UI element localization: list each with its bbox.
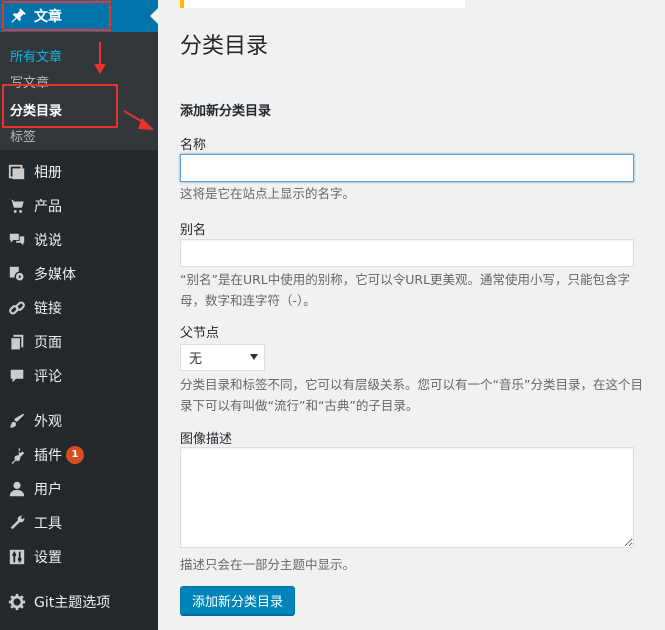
comment-icon xyxy=(7,366,27,386)
menu-item-comments[interactable]: 评论 xyxy=(0,359,158,393)
menu-item-label: 插件 xyxy=(34,448,62,464)
menu-item-products[interactable]: 产品 xyxy=(0,189,158,223)
menu-item-label: 页面 xyxy=(34,335,62,351)
page-title: 分类目录 xyxy=(180,34,269,59)
menu-item-label: 说说 xyxy=(34,233,62,249)
slug-label: 别名 xyxy=(180,223,207,238)
category-name-input[interactable] xyxy=(180,154,634,182)
chat-icon xyxy=(7,230,27,250)
link-icon xyxy=(7,298,27,318)
menu-item-links[interactable]: 链接 xyxy=(0,291,158,325)
pages-icon xyxy=(7,332,27,352)
user-icon xyxy=(7,479,27,499)
menu-item-appearance[interactable]: 外观 xyxy=(0,404,158,438)
current-page-pointer xyxy=(150,8,158,24)
main-content: 分类目录 添加新分类目录 名称 这将是它在站点上显示的名字。 别名 “别名”是在… xyxy=(158,0,665,630)
update-count-badge: 1 xyxy=(66,446,84,464)
menu-item-gallery[interactable]: 相册 xyxy=(0,155,158,189)
description-label: 图像描述 xyxy=(180,432,233,447)
wrench-icon xyxy=(7,513,27,533)
menu-item-talk[interactable]: 说说 xyxy=(0,223,158,257)
menu-item-media[interactable]: 多媒体 xyxy=(0,257,158,291)
menu-item-plugins[interactable]: 插件 1 xyxy=(0,438,158,472)
menu-item-label: 链接 xyxy=(34,301,62,317)
menu-item-label: 外观 xyxy=(34,414,62,430)
submenu-item-tags[interactable]: 标签 xyxy=(10,126,36,145)
menu-item-label: 工具 xyxy=(34,516,62,532)
parent-help-text: 分类目录和标签不同，它可以有层级关系。您可以有一个“音乐”分类目录，在这个目录下… xyxy=(180,377,643,413)
menu-item-users[interactable]: 用户 xyxy=(0,472,158,506)
add-category-heading: 添加新分类目录 xyxy=(180,104,272,119)
menu-item-label: 相册 xyxy=(34,165,62,181)
settings-icon xyxy=(7,547,27,567)
name-label: 名称 xyxy=(180,138,207,153)
brush-icon xyxy=(7,411,27,431)
menu-item-pages[interactable]: 页面 xyxy=(0,325,158,359)
menu-item-tools[interactable]: 工具 xyxy=(0,506,158,540)
slug-help-text: “别名”是在URL中使用的别称，它可以令URL更美观。通常使用小写，只能包含字母… xyxy=(180,272,631,308)
annotation-box-categories xyxy=(2,84,118,128)
name-help-text: 这将是它在站点上显示的名字。 xyxy=(180,186,356,201)
category-description-textarea[interactable] xyxy=(180,447,634,548)
menu-item-label: Git主题选项 xyxy=(34,595,111,611)
parent-category-select[interactable]: 无 xyxy=(180,344,265,371)
menu-item-label: 产品 xyxy=(34,199,62,215)
menu-item-label: 多媒体 xyxy=(34,267,76,283)
menu-item-label: 评论 xyxy=(34,369,62,385)
admin-notice xyxy=(180,0,465,8)
menu-item-label: 用户 xyxy=(34,482,62,498)
menu-item-label: 设置 xyxy=(34,550,62,566)
plugin-icon xyxy=(7,445,27,465)
add-category-button[interactable]: 添加新分类目录 xyxy=(180,586,296,615)
parent-label: 父节点 xyxy=(180,326,220,341)
submenu-item-all-posts[interactable]: 所有文章 xyxy=(10,46,62,65)
description-help-text: 描述只会在一部分主题中显示。 xyxy=(180,557,356,572)
menu-item-settings[interactable]: 设置 xyxy=(0,540,158,574)
annotation-box-posts xyxy=(2,1,111,31)
gallery-icon xyxy=(7,162,27,182)
category-slug-input[interactable] xyxy=(180,239,634,267)
parent-selected-value: 无 xyxy=(189,352,203,367)
gear-icon xyxy=(7,592,27,612)
dropdown-arrow-icon xyxy=(250,354,258,360)
cart-icon xyxy=(7,196,27,216)
menu-item-git-theme-options[interactable]: Git主题选项 xyxy=(0,585,158,619)
media-icon xyxy=(7,264,27,284)
